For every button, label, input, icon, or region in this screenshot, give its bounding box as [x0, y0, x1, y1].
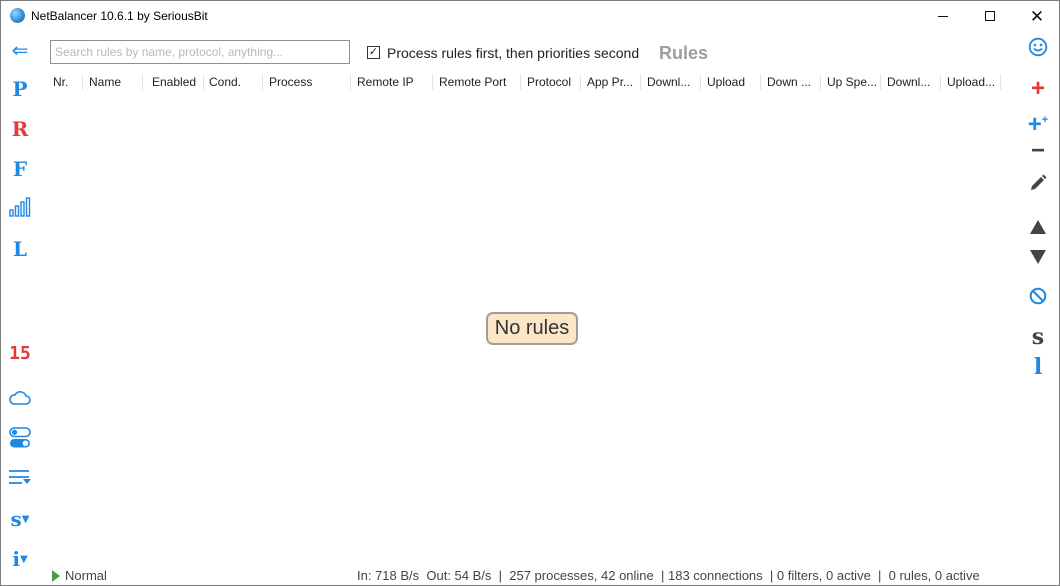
- pencil-icon: [1031, 174, 1047, 190]
- empty-state-badge: No rules: [486, 312, 578, 345]
- nav-rules-button[interactable]: R: [1, 117, 39, 141]
- page-title: Rules: [659, 43, 709, 63]
- edit-rule-button[interactable]: [1021, 173, 1055, 201]
- column-header-protocol[interactable]: Protocol: [523, 70, 581, 94]
- maximize-icon: [985, 11, 995, 21]
- process-rules-first-checkbox[interactable]: ✓: [367, 46, 380, 59]
- nav-cloud-button[interactable]: [1, 387, 39, 411]
- plus-small-icon: +: [1041, 114, 1049, 126]
- chevron-down-icon: ▼: [19, 554, 28, 565]
- chevron-down-icon: ▼: [21, 514, 30, 525]
- app-window: NetBalancer 10.6.1 by SeriousBit ✕ ⇐ P R…: [0, 0, 1060, 586]
- triangle-up-icon: [1030, 220, 1046, 234]
- nav-filters-button[interactable]: F: [1, 157, 39, 181]
- back-arrow-icon[interactable]: ⇐: [1, 38, 39, 62]
- column-header-nr[interactable]: Nr.: [49, 70, 83, 94]
- column-header-upload[interactable]: Upload: [703, 70, 761, 94]
- status-bar: Normal In: 718 B/s Out: 54 B/s | 257 pro…: [1, 565, 1059, 586]
- close-icon: ✕: [1029, 6, 1045, 26]
- column-header-conditions[interactable]: Cond.: [205, 70, 263, 94]
- search-input[interactable]: [51, 41, 349, 63]
- toggle-switches-icon: [9, 427, 31, 448]
- play-icon[interactable]: [52, 570, 60, 582]
- column-header-download[interactable]: Downl...: [643, 70, 701, 94]
- nav-badge-count[interactable]: 15: [1, 342, 39, 366]
- column-header-download-limit[interactable]: Downl...: [883, 70, 941, 94]
- load-rules-button[interactable]: l: [1021, 355, 1055, 379]
- smiley-icon: [1028, 37, 1048, 57]
- process-rules-first-label[interactable]: Process rules first, then priorities sec…: [387, 45, 639, 61]
- bar-chart-icon: [9, 197, 31, 217]
- nav-processes-button[interactable]: P: [1, 77, 39, 101]
- minimize-icon: [938, 15, 948, 17]
- feedback-button[interactable]: [1021, 37, 1055, 65]
- nav-toggles-button[interactable]: [1, 427, 39, 454]
- search-box[interactable]: [50, 40, 350, 64]
- column-header-remote-ip[interactable]: Remote IP: [353, 70, 433, 94]
- block-icon: [1029, 287, 1047, 305]
- column-header-download-speed[interactable]: Down ...: [763, 70, 821, 94]
- triangle-down-icon: [1030, 250, 1046, 264]
- add-rule-advanced-button[interactable]: ++: [1021, 108, 1055, 137]
- move-down-button[interactable]: [1021, 249, 1055, 273]
- nav-log-button[interactable]: L: [1, 237, 39, 261]
- nav-traffic-chart-button[interactable]: [1, 197, 39, 221]
- maximize-button[interactable]: [967, 1, 1013, 31]
- column-header-app-priority[interactable]: App Pr...: [583, 70, 641, 94]
- column-header-upload-limit[interactable]: Upload...: [943, 70, 1001, 94]
- close-button[interactable]: ✕: [1014, 1, 1060, 31]
- column-header-upload-speed[interactable]: Up Spe...: [823, 70, 881, 94]
- minimize-button[interactable]: [920, 1, 966, 31]
- cloud-icon: [9, 391, 31, 405]
- nav-priorities-button[interactable]: [1, 467, 39, 491]
- add-rule-button[interactable]: +: [1021, 77, 1055, 101]
- remove-rule-button[interactable]: −: [1021, 139, 1055, 163]
- settings-label: s: [10, 507, 22, 531]
- column-header-process[interactable]: Process: [265, 70, 351, 94]
- column-header-remote-port[interactable]: Remote Port: [435, 70, 521, 94]
- app-logo-icon: [10, 8, 25, 23]
- traffic-stats-text: In: 718 B/s Out: 54 B/s | 257 processes,…: [357, 568, 980, 583]
- column-header-enabled[interactable]: Enabled: [148, 70, 204, 94]
- column-header-name[interactable]: Name: [85, 70, 143, 94]
- rules-table-header: Nr. Name Enabled Cond. Process Remote IP…: [49, 70, 1001, 94]
- move-up-button[interactable]: [1021, 219, 1055, 243]
- traffic-mode-label[interactable]: Normal: [65, 568, 107, 583]
- window-title: NetBalancer 10.6.1 by SeriousBit: [31, 9, 208, 23]
- plus-icon: +: [1027, 111, 1042, 138]
- nav-settings-dropdown[interactable]: s▼: [1, 507, 39, 532]
- save-rules-button[interactable]: s: [1021, 325, 1055, 349]
- disable-rule-button[interactable]: [1021, 287, 1055, 313]
- title-bar: NetBalancer 10.6.1 by SeriousBit ✕: [1, 1, 1059, 31]
- left-toolbar: ⇐ P R F L 15 s▼ i▼: [1, 31, 41, 571]
- priority-list-icon: [9, 470, 31, 484]
